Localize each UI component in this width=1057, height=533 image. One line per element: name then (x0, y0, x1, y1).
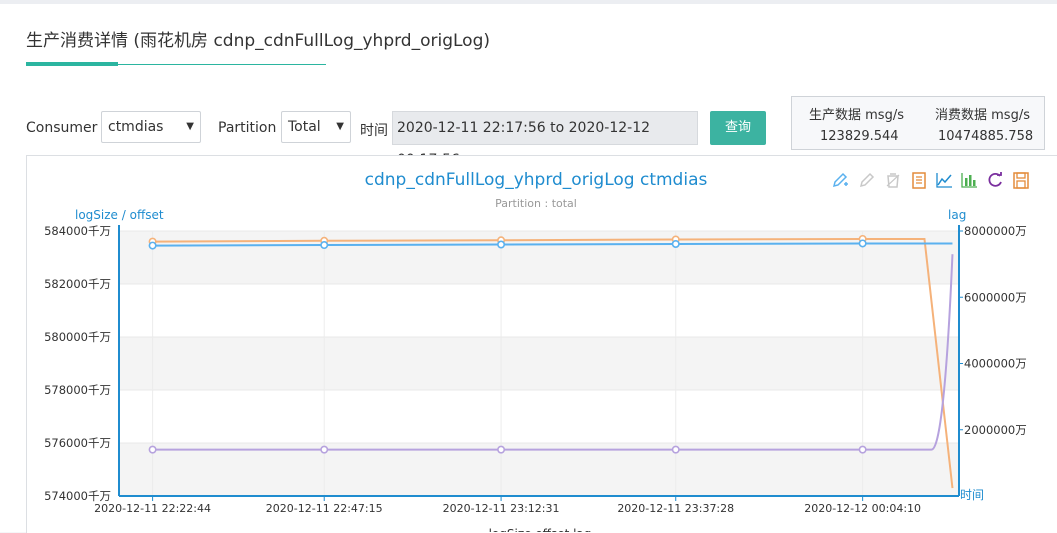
chart-title: cdnp_cdnFullLog_yhprd_origLog ctmdias (364, 170, 708, 190)
consumer-label: Consumer (26, 120, 98, 136)
chart-panel (26, 155, 1057, 533)
consume-rate-value: 10474885.758 (938, 129, 1034, 144)
consumer-select-value: ctmdias (108, 119, 164, 135)
chart-subtitle: Partition : total (495, 197, 577, 210)
mark-icon[interactable] (830, 170, 850, 190)
partition-label: Partition (218, 120, 277, 136)
produce-rate-header: 生产数据 msg/s (809, 108, 904, 123)
chevron-down-icon: ▼ (336, 121, 344, 132)
stats-box: 生产数据 msg/s 消费数据 msg/s 123829.544 1047488… (791, 96, 1045, 150)
data-view-icon[interactable] (909, 170, 929, 190)
mark-undo-icon[interactable] (857, 170, 877, 190)
time-range-input[interactable]: 2020-12-11 22:17:56 to 2020-12-12 00:17:… (392, 111, 698, 168)
mark-clear-icon[interactable] (883, 170, 903, 190)
bar-chart-icon[interactable] (959, 170, 979, 190)
produce-rate-value: 123829.544 (820, 129, 899, 144)
consumer-select[interactable]: ctmdias ▼ (101, 111, 201, 143)
partition-select[interactable]: Total ▼ (281, 111, 351, 143)
save-image-icon[interactable] (1011, 170, 1031, 190)
page-title: 生产消费详情 (雨花机房 cdnp_cdnFullLog_yhprd_origL… (26, 31, 490, 51)
consume-rate-header: 消费数据 msg/s (935, 108, 1030, 123)
query-button[interactable]: 查询 (710, 111, 766, 145)
restore-icon[interactable] (985, 170, 1005, 190)
partition-select-value: Total (288, 119, 321, 135)
title-underline-active (26, 62, 118, 66)
line-chart-icon[interactable] (934, 170, 954, 190)
chevron-down-icon: ▼ (186, 121, 194, 132)
time-label: 时间 (360, 123, 388, 139)
